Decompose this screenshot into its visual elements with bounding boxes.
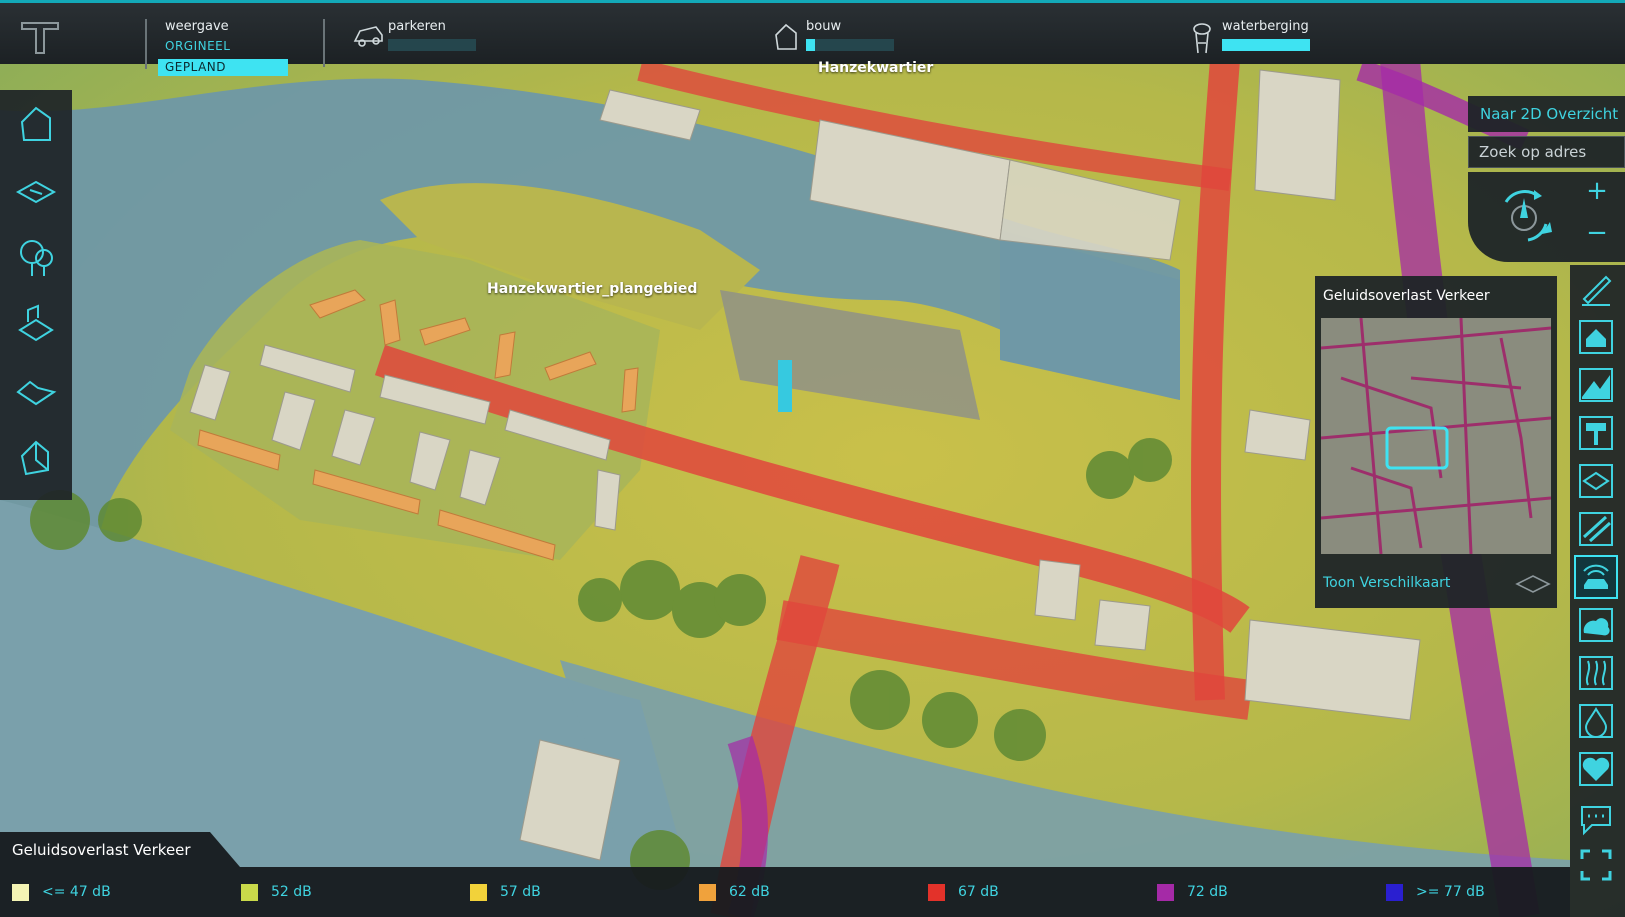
- view-planned-option[interactable]: GEPLAND: [158, 59, 288, 76]
- legend-label: 72 dB: [1187, 884, 1228, 900]
- road-tool-icon[interactable]: [14, 170, 58, 214]
- legend-swatch: [241, 884, 258, 901]
- overlay-minimap[interactable]: [1321, 318, 1551, 554]
- water-overlay-icon[interactable]: [1576, 701, 1616, 741]
- legend-title: Geluidsoverlast Verkeer: [12, 841, 191, 859]
- traffic-noise-overlay-icon[interactable]: [1574, 555, 1618, 599]
- water-tower-icon: [1193, 23, 1211, 54]
- indicator-name: parkeren: [388, 19, 446, 34]
- livability-overlay-icon[interactable]: [1576, 749, 1616, 789]
- zoom-controls: + −: [1570, 172, 1625, 262]
- fullscreen-icon[interactable]: [1576, 845, 1616, 885]
- legend-label: 62 dB: [729, 884, 770, 900]
- legend-swatch: [1386, 884, 1403, 901]
- chat-icon[interactable]: [1576, 799, 1616, 839]
- indicator-waterberging[interactable]: waterberging: [1190, 17, 1330, 57]
- compass-panel: [1468, 172, 1570, 262]
- zoning-tool-icon[interactable]: [14, 434, 58, 478]
- app-logo-icon[interactable]: [18, 15, 62, 59]
- traffic-overlay-icon[interactable]: [1576, 509, 1616, 549]
- house-icon: [775, 23, 797, 50]
- sign-overlay-icon[interactable]: [1576, 413, 1616, 453]
- legend-swatch: [1157, 884, 1174, 901]
- overlay-panel-title: Geluidsoverlast Verkeer: [1323, 288, 1490, 304]
- view-label: weergave: [165, 19, 229, 34]
- indicator-bar: [388, 39, 476, 51]
- legend-label: 52 dB: [271, 884, 312, 900]
- compass-rotate-icon[interactable]: [1484, 176, 1564, 256]
- terrain-height-overlay-icon[interactable]: [1576, 365, 1616, 405]
- legend-swatch: [928, 884, 945, 901]
- address-search-input[interactable]: [1468, 136, 1625, 168]
- buildings-overlay-icon[interactable]: [1576, 317, 1616, 357]
- zoom-in-button[interactable]: +: [1582, 176, 1612, 206]
- legend-label: <= 47 dB: [42, 884, 111, 900]
- tree-tool-icon[interactable]: [14, 236, 58, 280]
- show-difference-map-button[interactable]: Toon Verschilkaart: [1323, 575, 1450, 591]
- to-2d-overview-button[interactable]: Naar 2D Overzicht: [1468, 96, 1625, 132]
- indicator-name: waterberging: [1222, 19, 1309, 34]
- legend-label: 57 dB: [500, 884, 541, 900]
- map-label-plan-area[interactable]: Hanzekwartier_plangebied: [487, 281, 697, 297]
- legend-label: 67 dB: [958, 884, 999, 900]
- indicator-fill: [1222, 39, 1310, 51]
- view-original-option[interactable]: ORGINEEL: [165, 39, 230, 53]
- heat-stress-overlay-icon[interactable]: [1576, 653, 1616, 693]
- difference-map-toggle-icon[interactable]: [1515, 572, 1551, 596]
- indicator-bar: [806, 39, 894, 51]
- legend-swatch: [699, 884, 716, 901]
- divider: [323, 19, 325, 67]
- car-icon: [353, 26, 383, 47]
- legend-swatch: [12, 884, 29, 901]
- measure-icon[interactable]: [1576, 269, 1616, 309]
- legend-bar: <= 47 dB 52 dB 57 dB 62 dB 67 dB 72 dB >= 77 d…: [0, 867, 1570, 917]
- legend-swatch: [470, 884, 487, 901]
- indicator-fill: [806, 39, 815, 51]
- indicator-parkeren[interactable]: parkeren: [352, 17, 492, 57]
- layers-overlay-icon[interactable]: [1576, 461, 1616, 501]
- right-toolbar: [1570, 265, 1625, 917]
- indicator-name: bouw: [806, 19, 842, 34]
- map-label-area[interactable]: Hanzekwartier: [818, 60, 933, 76]
- air-quality-overlay-icon[interactable]: [1576, 605, 1616, 645]
- building-tool-icon[interactable]: [14, 102, 58, 146]
- left-toolbar: [0, 90, 72, 500]
- view-toggle: weergave ORGINEEL GEPLAND: [145, 13, 325, 83]
- legend-label: >= 77 dB: [1416, 884, 1485, 900]
- indicator-bouw[interactable]: bouw: [772, 17, 912, 57]
- zoom-out-button[interactable]: −: [1582, 218, 1612, 248]
- indicator-bar: [1222, 39, 1310, 51]
- divider: [145, 19, 147, 69]
- demolish-tool-icon[interactable]: [14, 302, 58, 346]
- terrain-tool-icon[interactable]: [14, 368, 58, 412]
- top-bar: weergave ORGINEEL GEPLAND parkeren bouw …: [0, 0, 1625, 76]
- overlay-panel: Geluidsoverlast Verkeer Toon Verschilkaa…: [1315, 276, 1557, 608]
